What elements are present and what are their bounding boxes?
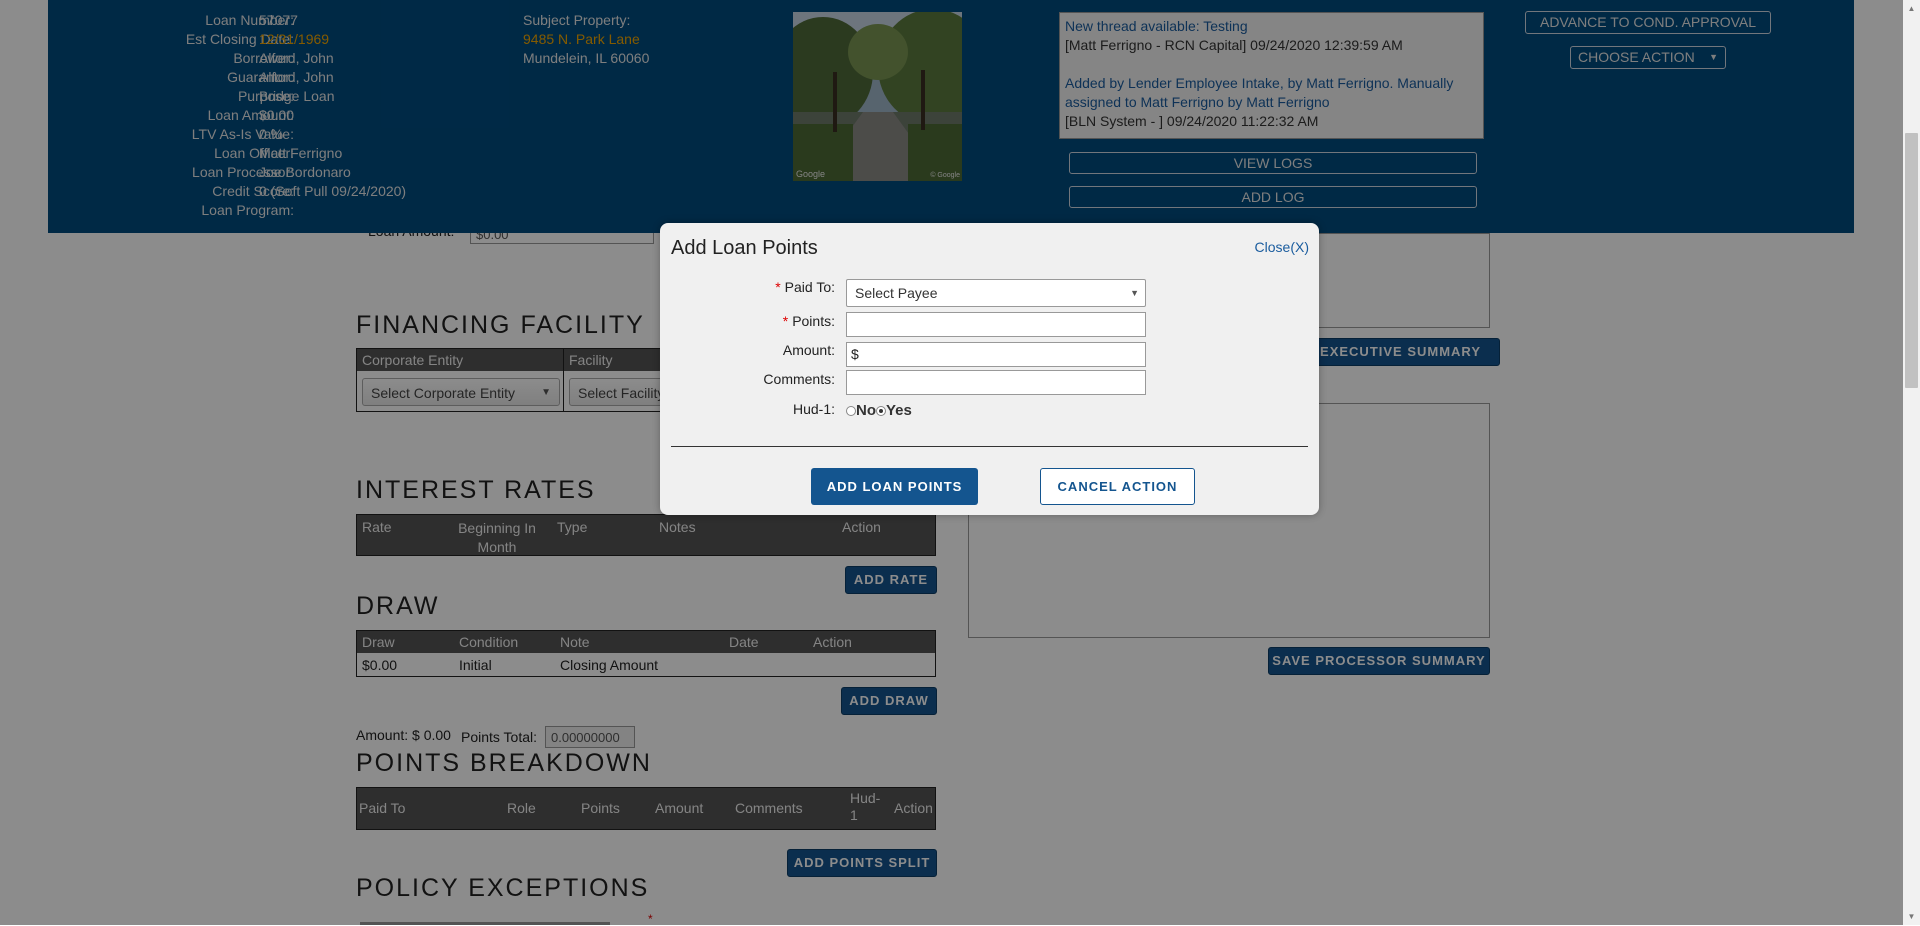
hud-1-no-radio[interactable] bbox=[846, 406, 856, 417]
scroll-down-icon[interactable]: ▼ bbox=[1903, 908, 1920, 925]
scrollbar-thumb[interactable] bbox=[1905, 133, 1918, 388]
amount-input[interactable]: $ bbox=[846, 342, 1146, 367]
hud-1-label: Hud-1: bbox=[792, 401, 835, 417]
hud-1-yes-label[interactable]: Yes bbox=[886, 402, 912, 419]
comments-input[interactable] bbox=[846, 370, 1146, 395]
modal-title: Add Loan Points bbox=[671, 237, 818, 259]
close-button[interactable]: Close(X) bbox=[1255, 239, 1309, 255]
hud-1-radio-group: No Yes bbox=[846, 402, 912, 419]
add-loan-points-modal: Add Loan Points Close(X) * Paid To: Selec… bbox=[660, 223, 1319, 515]
page-scrollbar[interactable]: ▲ ▼ bbox=[1903, 0, 1920, 925]
hud-1-no-label[interactable]: No bbox=[856, 402, 876, 419]
paid-to-select[interactable]: Select Payee ▼ bbox=[846, 279, 1146, 307]
comments-label: Comments: bbox=[763, 371, 835, 387]
amount-label: Amount: bbox=[782, 342, 835, 358]
points-label: * Points: bbox=[782, 313, 835, 329]
cancel-action-button[interactable]: CANCEL ACTION bbox=[1040, 468, 1195, 505]
add-loan-points-button[interactable]: ADD LOAN POINTS bbox=[811, 468, 978, 505]
paid-to-label: * Paid To: bbox=[775, 279, 835, 295]
scroll-up-icon[interactable]: ▲ bbox=[1903, 0, 1920, 17]
points-input[interactable] bbox=[846, 312, 1146, 337]
chevron-down-icon: ▼ bbox=[1130, 288, 1139, 298]
hud-1-yes-radio[interactable] bbox=[876, 406, 886, 417]
modal-divider bbox=[671, 446, 1308, 447]
